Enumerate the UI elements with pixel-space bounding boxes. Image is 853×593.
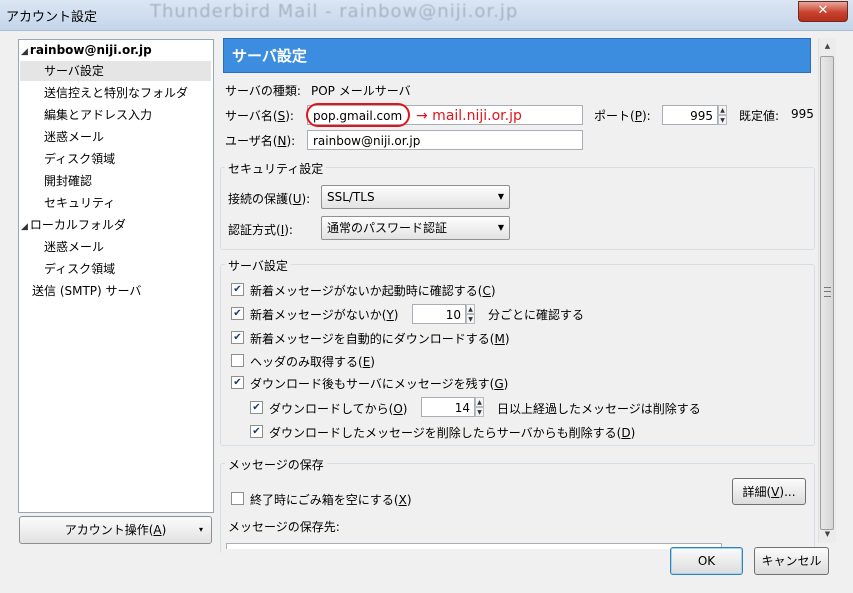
spin-down-icon[interactable]: ▼ (466, 314, 475, 324)
message-store-label: メッセージの保存先: (228, 520, 340, 534)
tree-item-return-receipts[interactable]: 開封確認 (44, 171, 92, 191)
check-interval-suffix: 分ごとに確認する (488, 308, 585, 322)
delete-after-days-suffix: 日以上経過したメッセージは削除する (497, 402, 701, 416)
connection-security-select[interactable]: SSL/TLS ▼ (321, 185, 510, 209)
dropdown-arrow-icon: ▼ (497, 223, 504, 232)
default-port-label: 既定値: (739, 109, 780, 123)
spin-down-icon[interactable]: ▼ (475, 407, 484, 417)
headers-only-label: ヘッダのみ取得する(E) (250, 355, 375, 369)
check-interval-input[interactable]: 10 (412, 304, 466, 324)
check-interval-label: 新着メッセージがないか(Y) (250, 308, 399, 322)
spin-up-icon[interactable]: ▲ (475, 397, 484, 407)
delete-from-server-label: ダウンロードしたメッセージを削除したらサーバからも削除する(D) (269, 426, 636, 440)
tree-item-copies-folders[interactable]: 送信控えと特別なフォルダ (44, 83, 188, 103)
server-name-label: サーバ名(S): (225, 109, 294, 123)
scroll-down-icon[interactable]: ▼ (819, 526, 836, 543)
annotation-circle (306, 103, 410, 127)
dropdown-arrow-icon: ▼ (497, 192, 504, 201)
tree-item-account[interactable]: ◢ rainbow@niji.or.jp (21, 40, 152, 60)
delete-after-days-label: ダウンロードしてから(O) (269, 402, 408, 416)
empty-trash-checkbox[interactable] (231, 492, 244, 505)
port-label: ポート(P): (594, 109, 651, 123)
account-actions-button[interactable]: アカウント操作(A) ▾ (19, 516, 212, 544)
tree-item-local-disk-space[interactable]: ディスク領域 (44, 259, 115, 279)
security-group-title: セキュリティ設定 (225, 160, 327, 177)
connection-security-label: 接続の保護(U): (228, 192, 311, 206)
check-on-startup-checkbox[interactable]: ✔ (231, 283, 244, 296)
tree-item-junk[interactable]: 迷惑メール (44, 127, 104, 147)
auth-method-label: 認証方式(I): (228, 223, 293, 237)
port-spinner[interactable]: ▲ ▼ (718, 105, 727, 125)
cancel-button[interactable]: キャンセル (754, 547, 829, 575)
port-input[interactable]: 995 (662, 105, 718, 125)
tree-item-local-junk[interactable]: 迷惑メール (44, 237, 104, 257)
dropdown-arrow-icon: ▾ (198, 525, 203, 534)
check-interval-checkbox[interactable]: ✔ (231, 307, 244, 320)
empty-trash-label: 終了時にごみ箱を空にする(X) (250, 493, 412, 507)
collapse-triangle-icon[interactable]: ◢ (21, 222, 28, 232)
spin-down-icon[interactable]: ▼ (718, 115, 727, 125)
delete-after-days-checkbox[interactable]: ✔ (250, 401, 263, 414)
grip-icon (824, 287, 831, 297)
delete-after-days-spinner[interactable]: ▲ ▼ (475, 397, 484, 417)
window-title: アカウント設定 (6, 10, 98, 25)
server-settings-group-title: サーバ設定 (225, 257, 291, 274)
tree-item-composition[interactable]: 編集とアドレス入力 (44, 105, 152, 125)
tree-item-smtp[interactable]: 送信 (SMTP) サーバ (32, 281, 141, 301)
tree-item-local-folders[interactable]: ◢ ローカルフォルダ (21, 215, 126, 235)
server-type-value: POP メールサーバ (311, 84, 411, 98)
title-bar: アカウント設定 Thunderbird Mail - rainbow@niji.… (0, 0, 853, 31)
tree-item-server-settings[interactable]: サーバ設定 (20, 61, 211, 81)
details-button[interactable]: 詳細(V)... (732, 478, 806, 505)
leave-on-server-checkbox[interactable]: ✔ (231, 376, 244, 389)
scroll-up-icon[interactable]: ▲ (819, 38, 836, 55)
close-button[interactable]: ✕ (798, 1, 848, 22)
check-on-startup-label: 新着メッセージがないか起動時に確認する(C) (250, 284, 496, 298)
background-window-title: Thunderbird Mail - rainbow@niji.or.jp (150, 1, 519, 22)
message-storage-group (220, 463, 815, 553)
ok-button[interactable]: OK (670, 547, 743, 575)
account-tree[interactable]: ◢ rainbow@niji.or.jp サーバ設定 送信控えと特別なフォルダ 編… (18, 39, 214, 513)
server-type-label: サーバの種類: (225, 84, 301, 98)
delete-after-days-input[interactable]: 14 (421, 397, 475, 417)
auto-download-label: 新着メッセージを自動的にダウンロードする(M) (250, 332, 510, 346)
tree-item-security[interactable]: セキュリティ (44, 193, 115, 213)
scrollbar-thumb[interactable] (820, 56, 834, 530)
tree-item-disk-space[interactable]: ディスク領域 (44, 149, 115, 169)
user-name-input[interactable]: rainbow@niji.or.jp (307, 130, 583, 150)
auto-download-checkbox[interactable]: ✔ (231, 331, 244, 344)
page-title: サーバ設定 (223, 38, 811, 73)
vertical-scrollbar[interactable]: ▲ ▼ (818, 38, 836, 543)
message-store-path-input[interactable] (226, 543, 722, 549)
spin-up-icon[interactable]: ▲ (466, 304, 475, 314)
user-name-label: ユーザ名(N): (225, 134, 296, 148)
message-storage-group-title: メッセージの保存 (225, 456, 327, 473)
spin-up-icon[interactable]: ▲ (718, 105, 727, 115)
default-port-value: 995 (791, 107, 814, 121)
annotation-text: → mail.niji.or.jp (416, 108, 522, 124)
check-interval-spinner[interactable]: ▲ ▼ (466, 304, 475, 324)
leave-on-server-label: ダウンロード後もサーバにメッセージを残す(G) (250, 377, 509, 391)
auth-method-select[interactable]: 通常のパスワード認証 ▼ (321, 216, 510, 240)
security-group (220, 167, 815, 250)
delete-from-server-checkbox[interactable]: ✔ (250, 425, 263, 438)
headers-only-checkbox[interactable] (231, 354, 244, 367)
collapse-triangle-icon[interactable]: ◢ (21, 47, 28, 57)
